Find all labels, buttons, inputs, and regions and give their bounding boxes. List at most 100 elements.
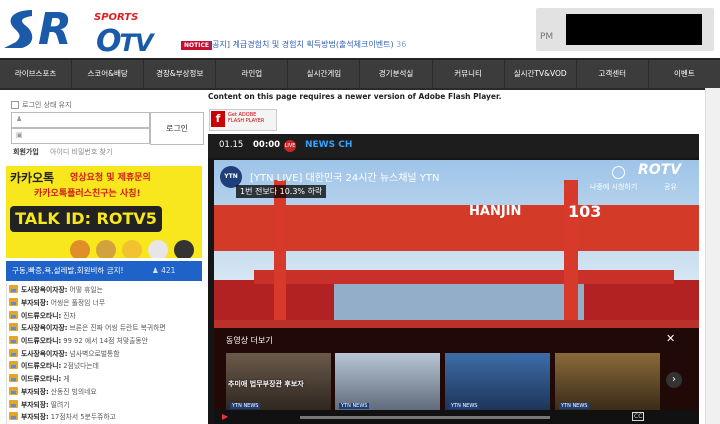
login-button[interactable]: 로그인 <box>150 112 204 145</box>
chat-text: 어떻 휴일는 <box>69 286 103 295</box>
watermark-logo: ROTV <box>638 162 682 178</box>
chat-message: 도사장욕이자장: 어떻 휴일는 <box>7 283 203 296</box>
remember-checkbox[interactable] <box>11 101 19 109</box>
user-icon: ♟ <box>16 115 23 123</box>
video-thumbnail[interactable]: YTN NEWS <box>555 353 660 411</box>
flash-warning: Content on this page requires a newer ve… <box>208 92 502 101</box>
page-scrollbar[interactable] <box>705 88 720 424</box>
chat-nick[interactable]: 부자되장: <box>21 399 49 409</box>
logo-tv-label: TV <box>119 29 154 57</box>
notice-link[interactable]: [공지] 계급경험치 및 경험치 획득방법(출석체크이벤트) 36 <box>209 39 406 50</box>
player-date: 01.15 <box>219 140 244 150</box>
chat-text: 2점넜다는데 <box>63 362 99 371</box>
chat-nick[interactable]: 부자되장: <box>21 411 49 421</box>
chat-nick[interactable]: 도사장욕이자장: <box>21 322 68 332</box>
level-icon <box>9 323 18 332</box>
logo-s-mark[interactable] <box>2 6 40 52</box>
chat-nick[interactable]: 도사장욕이자장: <box>21 284 68 294</box>
logo-sports-label: SPORTS <box>94 12 139 23</box>
video-frame[interactable]: HANJIN 103 YTN [YTN LIVE] 대한민국 24시간 뉴스채널… <box>214 160 699 424</box>
nav-item-analysis[interactable]: 경기분석실 <box>360 60 433 88</box>
chat-user-count: ♟ 421 <box>152 266 176 275</box>
chat-nick[interactable]: 도사장욕이자장: <box>21 348 68 358</box>
chat-message: 이드류오타니: 게 <box>7 372 203 385</box>
chat-message: 부자되장: 17점차서 5분두쥬하고 <box>7 410 203 423</box>
player-top-bar <box>208 134 699 158</box>
nav-item-live-game[interactable]: 실시간게임 <box>288 60 361 88</box>
chat-nick[interactable]: 이드류오타니: <box>21 360 61 370</box>
chat-message-list[interactable]: 도사장욕이자장: 어떻 휴일는 부자되장: 어씽은 풀정임 너무 이드류오타니: 진자… <box>6 283 203 424</box>
chat-text: 진자 <box>63 311 76 320</box>
chat-message: 부자되장: 산동진 빙의네요 <box>7 385 203 398</box>
level-icon <box>9 386 18 395</box>
video-thumbnail[interactable]: YTN NEWS <box>335 353 440 411</box>
level-icon <box>9 348 18 357</box>
channel-name[interactable]: NEWS CH <box>305 140 352 150</box>
video-caption: 1번 전보다 10.3% 하락 <box>236 185 327 198</box>
watch-later-button[interactable]: 나중에 시청하기 <box>590 182 637 192</box>
chat-nick[interactable]: 이드류오타니: <box>21 373 61 383</box>
chat-message: 이드류오타니: 2점넜다는데 <box>7 359 203 372</box>
nav-item-live-sports[interactable]: 라이브스포츠 <box>0 60 73 88</box>
chat-nick[interactable]: 이드류오타니: <box>21 335 61 345</box>
nav-item-event[interactable]: 이벤트 <box>649 60 720 88</box>
more-videos-title: 동영상 더보기 <box>226 336 273 345</box>
chat-nick[interactable]: 부자되장: <box>21 297 49 307</box>
nav-item-support[interactable]: 고객센터 <box>577 60 649 88</box>
chat-text: 브론은 진짜 어씽 듀란트 복귀하면 <box>69 324 166 333</box>
chat-text: 어씽은 풀정임 너무 <box>50 299 106 308</box>
notice-text: [공지] 계급경험치 및 경험치 획득방법(출석체크이벤트) <box>209 40 394 49</box>
chat-message: 부자되장: 딸려기 <box>7 397 203 410</box>
level-icon <box>9 374 18 383</box>
chat-count-value: 421 <box>161 266 176 275</box>
chat-message: 도사장욕이자장: 브론은 진짜 어씽 듀란트 복귀하면 <box>7 321 203 334</box>
logo-o: O <box>96 24 121 59</box>
flash-player-icon: f <box>211 111 225 127</box>
nav-item-live-tv-vod[interactable]: 실시간TV&VOD <box>505 60 577 88</box>
chat-text: 99 92 에서 14점 처맞출동안 <box>63 337 148 346</box>
banner-brand: 카카오톡 <box>10 171 55 185</box>
thumbnail-caption: 추미애 법무부장관 후보자 <box>228 380 304 388</box>
chat-message: 도사장욕이자장: 넘사벽으로벌통함 <box>7 346 203 359</box>
flash-player-label: FLASH PLAYER <box>228 118 265 124</box>
chat-message: 이드류오타니: 99 92 에서 14점 처맞출동안 <box>7 334 203 347</box>
play-icon[interactable]: ▶ <box>222 412 228 421</box>
find-account-link[interactable]: 아이디 비밀번호 찾기 <box>50 147 112 157</box>
redacted-user-panel <box>566 14 702 45</box>
chat-rules-title: 구동,빠증,욕,설레발,회원비하 금지! <box>12 266 124 275</box>
crane-beam <box>214 205 699 251</box>
chevron-right-icon[interactable]: › <box>666 372 682 388</box>
nav-item-community[interactable]: 커뮤니티 <box>433 60 505 88</box>
nav-item-injury-info[interactable]: 경장&부상정보 <box>144 60 217 88</box>
flash-label: Get ADOBE FLASH PLAYER <box>228 112 264 124</box>
close-icon[interactable]: ✕ <box>666 332 675 345</box>
logo-r[interactable]: R <box>38 8 72 52</box>
video-thumbnail[interactable]: 추미애 법무부장관 후보자 YTN NEWS <box>226 353 331 411</box>
nav-item-score-odds[interactable]: 스코어&배당 <box>72 60 145 88</box>
logo-tv[interactable]: OTV <box>96 24 154 59</box>
id-input[interactable]: ♟ <box>11 112 150 128</box>
chat-nick[interactable]: 부자되장: <box>21 386 49 396</box>
password-input[interactable]: ▣ <box>11 128 150 144</box>
kakao-banner[interactable]: 카카오톡 영상요청 및 제휴문의 카카오톡플러스친구는 사칭! TALK ID:… <box>6 166 202 258</box>
level-icon <box>9 412 18 421</box>
level-icon <box>9 336 18 345</box>
live-dot-icon: LIVE <box>284 140 296 152</box>
nav-item-lineup[interactable]: 라인업 <box>216 60 289 88</box>
remember-label: 로그인 상태 유지 <box>22 101 72 109</box>
share-button[interactable]: 공유 <box>664 182 677 192</box>
level-icon <box>9 310 18 319</box>
video-title[interactable]: [YTN LIVE] 대한민국 24시간 뉴스채널 YTN <box>250 169 440 184</box>
clock-icon[interactable] <box>612 166 625 179</box>
cc-button[interactable]: CC <box>632 412 645 421</box>
main-nav: 라이브스포츠 스코어&배당 경장&부상정보 라인업 실시간게임 경기분석실 커뮤… <box>0 58 720 90</box>
remember-login[interactable]: 로그인 상태 유지 <box>11 100 72 110</box>
video-thumbnail[interactable]: YTN NEWS <box>445 353 550 411</box>
notice-count: 36 <box>396 40 407 49</box>
progress-bar[interactable] <box>300 416 550 419</box>
chat-nick[interactable]: 이드류오타니: <box>21 310 61 320</box>
thumbnail-tag: YTN NEWS <box>339 403 370 409</box>
banner-talk-id: TALK ID: ROTV5 <box>10 206 162 232</box>
join-link[interactable]: 회원가입 <box>13 147 39 157</box>
notice-badge: NOTICE <box>181 41 212 50</box>
